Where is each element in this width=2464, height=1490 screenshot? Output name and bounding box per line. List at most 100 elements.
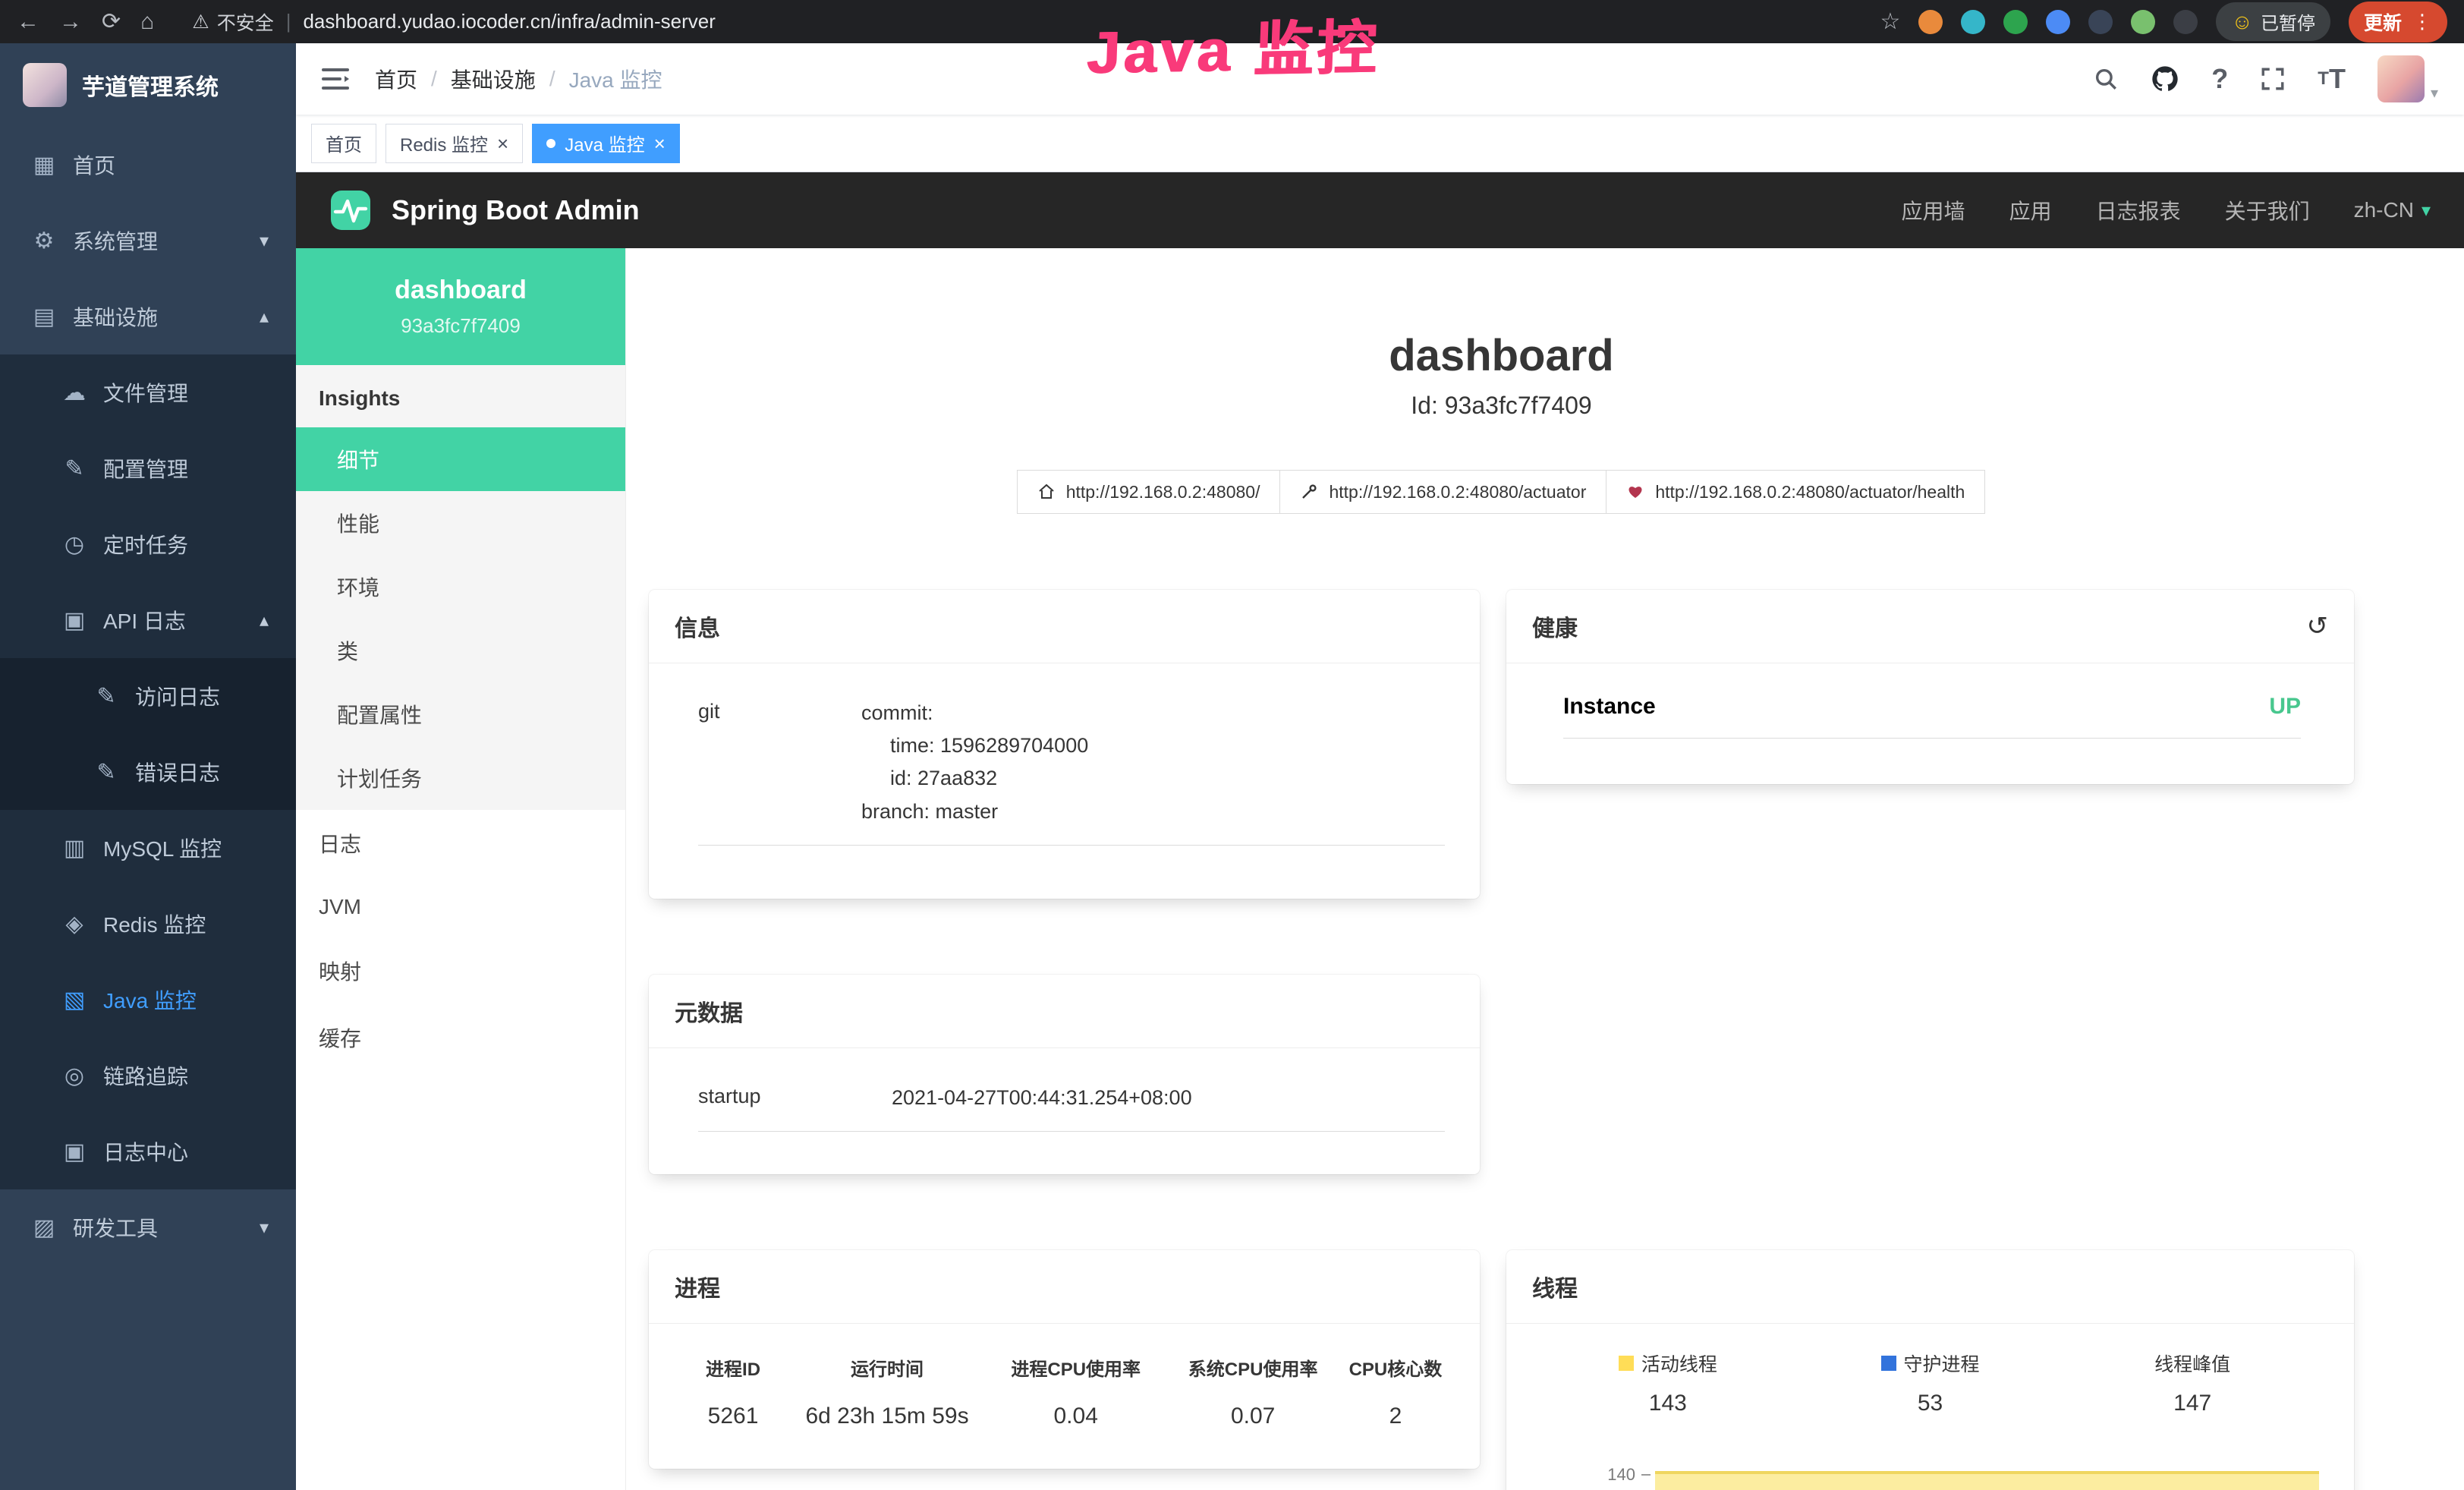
sba-nav-wallboard[interactable]: 应用墙 [1902, 195, 1965, 225]
card-title: 元数据 [675, 994, 743, 1028]
history-icon[interactable]: ↺ [2307, 611, 2329, 641]
close-tab-icon[interactable]: × [654, 134, 666, 153]
sidebar-item-label: 首页 [73, 150, 115, 180]
sidebar-item-scheduled-tasks[interactable]: ◷ 定时任务 [0, 506, 296, 582]
tab-redis-monitor[interactable]: Redis 监控 × [385, 124, 523, 163]
instance-name: dashboard [308, 276, 613, 305]
legend-peak-threads: 线程峰值 147 [2061, 1350, 2324, 1416]
instance-header[interactable]: dashboard 93a3fc7f7409 [296, 248, 625, 365]
legend-live-threads: 活动线程 143 [1537, 1350, 1799, 1416]
sidebar-item-trace[interactable]: ◎ 链路追踪 [0, 1038, 296, 1114]
sidebar-item-mysql-monitor[interactable]: ▥ MySQL 监控 [0, 810, 296, 886]
sidebar-item-label: 链路追踪 [103, 1060, 188, 1091]
sba-brand-title[interactable]: Spring Boot Admin [392, 194, 640, 226]
wrench-icon [1300, 483, 1318, 501]
sidebar-item-log-center[interactable]: ▣ 日志中心 [0, 1114, 296, 1189]
address-bar[interactable]: ⚠ 不安全 | dashboard.yudao.iocoder.cn/infra… [192, 8, 1860, 36]
sidebar-menu: ▦ 首页 ⚙ 系统管理 ▾ ▤ 基础设施 ▴ ☁ 文件管理 ✎ 配置管 [0, 127, 296, 1265]
sba-item-caches[interactable]: 缓存 [296, 1004, 625, 1071]
forward-icon[interactable]: → [59, 9, 82, 35]
tab-home[interactable]: 首页 [311, 124, 376, 163]
sba-nav-journal[interactable]: 日志报表 [2096, 195, 2181, 225]
sidebar-item-home[interactable]: ▦ 首页 [0, 127, 296, 203]
tab-label: Redis 监控 [400, 130, 488, 156]
sidebar-item-dev-tools[interactable]: ▨ 研发工具 ▾ [0, 1189, 296, 1265]
sba-item-beans[interactable]: 类 [296, 619, 625, 682]
threads-chart-y-axis: 140 120 100 [1537, 1450, 1651, 1490]
sba-navbar: Spring Boot Admin 应用墙 应用 日志报表 关于我们 zh-CN… [296, 172, 2464, 248]
extension-icon-1[interactable] [1918, 10, 1943, 34]
tab-label: Java 监控 [565, 130, 644, 156]
sidebar-item-infrastructure[interactable]: ▤ 基础设施 ▴ [0, 279, 296, 354]
sidebar-item-api-logs[interactable]: ▣ API 日志 ▴ [0, 582, 296, 658]
github-icon[interactable] [2151, 65, 2179, 93]
sba-item-environment[interactable]: 环境 [296, 555, 625, 619]
instance-home-link[interactable]: http://192.168.0.2:48080/ [1017, 470, 1281, 514]
legend-value: 53 [1799, 1391, 2062, 1416]
app-logo [23, 63, 67, 107]
tab-label: 首页 [326, 130, 362, 156]
smiley-icon: ☺ [2231, 11, 2253, 33]
sidebar-item-redis-monitor[interactable]: ◈ Redis 监控 [0, 886, 296, 962]
sidebar-item-file-management[interactable]: ☁ 文件管理 [0, 354, 296, 430]
sba-item-details[interactable]: 细节 [296, 427, 625, 491]
breadcrumb-home[interactable]: 首页 [375, 64, 417, 94]
extension-icon-7[interactable] [2173, 10, 2198, 34]
extension-icon-4[interactable] [2046, 10, 2070, 34]
card-title: 健康 [1532, 610, 1578, 643]
user-avatar[interactable]: ▾ [2377, 55, 2438, 102]
update-label: 更新 [2364, 8, 2402, 36]
sba-nav-about[interactable]: 关于我们 [2225, 195, 2310, 225]
breadcrumb-infrastructure[interactable]: 基础设施 [451, 64, 536, 94]
sidebar-item-system-management[interactable]: ⚙ 系统管理 ▾ [0, 203, 296, 279]
sba-item-mappings[interactable]: 映射 [296, 937, 625, 1004]
sba-item-jvm[interactable]: JVM [296, 877, 625, 937]
chrome-update-button[interactable]: 更新 ⋮ [2349, 2, 2447, 43]
process-col-uptime: 运行时间 [787, 1344, 987, 1391]
sba-item-config-props[interactable]: 配置属性 [296, 682, 625, 746]
sidebar-item-access-logs[interactable]: ✎ 访问日志 [0, 658, 296, 734]
extension-icon-2[interactable] [1961, 10, 1985, 34]
sba-item-metrics[interactable]: 性能 [296, 491, 625, 555]
instance-health-link[interactable]: http://192.168.0.2:48080/actuator/health [1606, 470, 1985, 514]
bookmark-star-icon[interactable]: ☆ [1880, 8, 1900, 35]
browser-home-icon[interactable]: ⌂ [140, 9, 154, 35]
browser-menu-icon[interactable]: ⋮ [2412, 10, 2432, 33]
redis-icon: ◈ [61, 911, 88, 937]
url-text[interactable]: dashboard.yudao.iocoder.cn/infra/admin-s… [303, 10, 715, 33]
reload-icon[interactable]: ⟳ [102, 8, 121, 35]
sidebar-item-error-logs[interactable]: ✎ 错误日志 [0, 734, 296, 810]
close-tab-icon[interactable]: × [497, 134, 508, 153]
fullscreen-icon[interactable] [2260, 66, 2286, 92]
metadata-row-startup: startup 2021-04-27T00:44:31.254+08:00 [698, 1071, 1445, 1132]
health-card-body: Instance UP [1506, 663, 2354, 784]
breadcrumb-current: Java 监控 [569, 64, 662, 94]
sidebar-item-java-monitor[interactable]: ▧ Java 监控 [0, 962, 296, 1038]
active-tab-dot [546, 139, 555, 148]
tick-mark [1641, 1474, 1651, 1476]
search-icon[interactable] [2093, 66, 2119, 92]
paused-badge[interactable]: ☺ 已暂停 [2216, 2, 2330, 41]
sba-item-scheduled-tasks[interactable]: 计划任务 [296, 746, 625, 810]
sidebar-item-label: 基础设施 [73, 301, 158, 332]
sidebar-item-label: 文件管理 [103, 377, 188, 408]
security-chip[interactable]: ⚠ 不安全 [192, 8, 273, 36]
sba-body: dashboard 93a3fc7f7409 Insights 细节 性能 环境… [296, 248, 2464, 1490]
insights-group: Insights 细节 性能 环境 类 配置属性 计划任务 [296, 365, 625, 810]
help-icon[interactable]: ? [2211, 63, 2228, 95]
locale-selector[interactable]: zh-CN ▾ [2354, 198, 2431, 222]
sidebar-item-label: Redis 监控 [103, 909, 206, 939]
sba-nav-links: 应用墙 应用 日志报表 关于我们 zh-CN ▾ [1902, 195, 2431, 225]
legend-label: 线程峰值 [2154, 1350, 2230, 1377]
sba-item-loggers[interactable]: 日志 [296, 810, 625, 877]
sba-nav-applications[interactable]: 应用 [2009, 195, 2052, 225]
hamburger-icon[interactable] [322, 67, 349, 91]
extension-icon-3[interactable] [2003, 10, 2028, 34]
sidebar-item-config-management[interactable]: ✎ 配置管理 [0, 430, 296, 506]
tab-java-monitor[interactable]: Java 监控 × [532, 124, 680, 163]
instance-actuator-link[interactable]: http://192.168.0.2:48080/actuator [1279, 470, 1606, 514]
font-size-icon[interactable]: TT [2318, 63, 2346, 95]
extension-icon-6[interactable] [2131, 10, 2155, 34]
back-icon[interactable]: ← [17, 9, 39, 35]
extension-icon-5[interactable] [2088, 10, 2113, 34]
